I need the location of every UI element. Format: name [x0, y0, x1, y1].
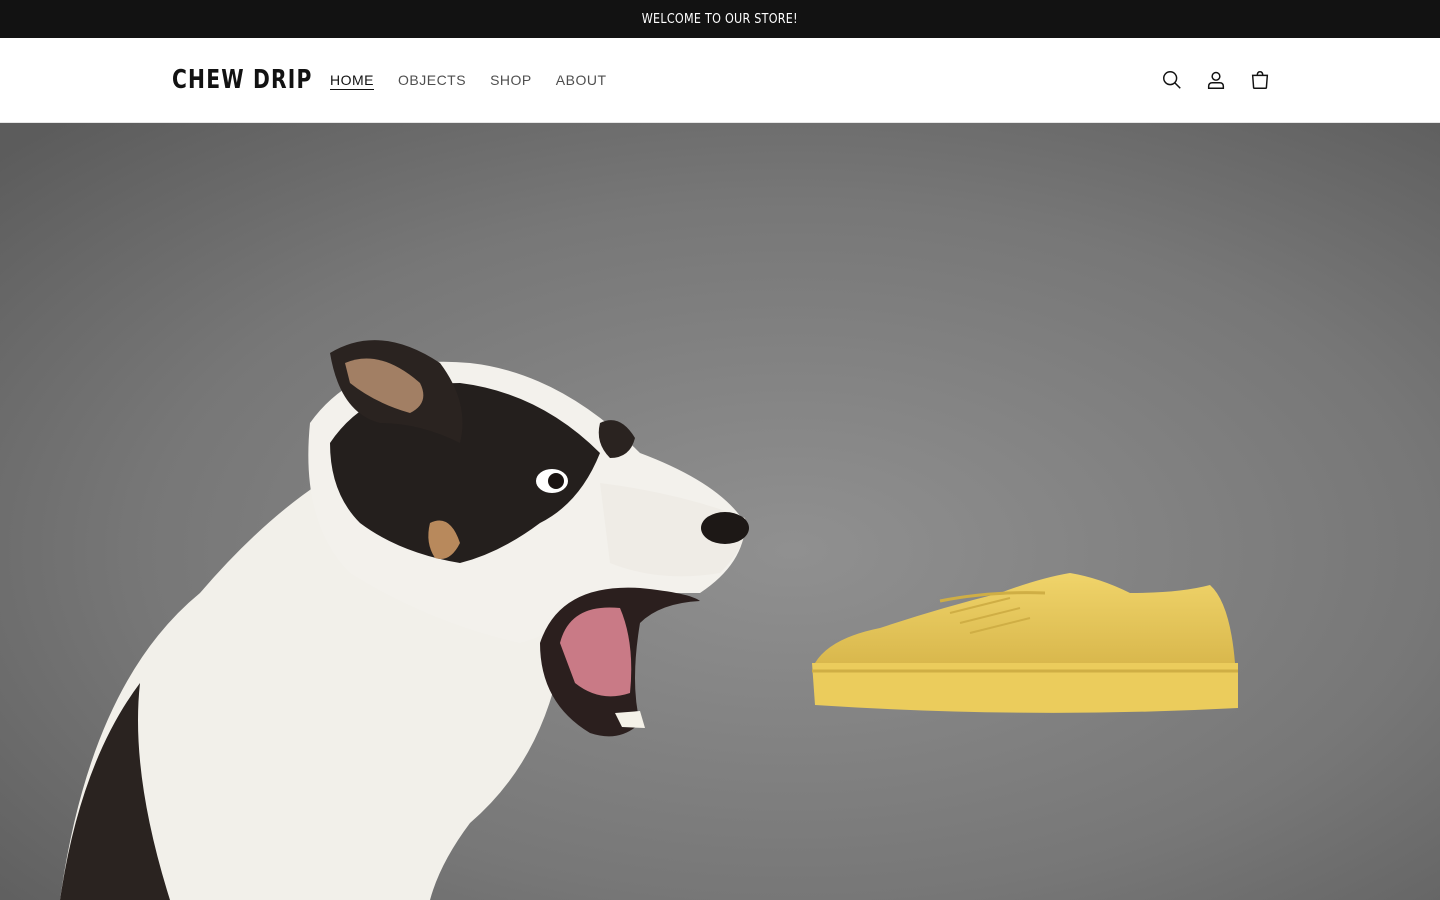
announcement-text: WELCOME TO OUR STORE!	[641, 11, 799, 27]
hero-banner	[0, 123, 1440, 900]
site-header: CHEW DRIP HOME OBJECTS SHOP ABOUT	[0, 38, 1440, 123]
hero-image	[0, 123, 1440, 900]
nav-objects[interactable]: OBJECTS	[386, 68, 478, 92]
cart-button[interactable]	[1238, 58, 1282, 102]
nav-home[interactable]: HOME	[318, 68, 386, 92]
header-icons	[1150, 58, 1282, 102]
account-icon	[1207, 71, 1225, 89]
account-button[interactable]	[1194, 58, 1238, 102]
nav-shop[interactable]: SHOP	[478, 68, 544, 92]
cart-icon	[1251, 71, 1269, 89]
nav-about[interactable]: ABOUT	[544, 68, 619, 92]
announcement-bar: WELCOME TO OUR STORE!	[0, 0, 1440, 38]
search-button[interactable]	[1150, 58, 1194, 102]
store-logo[interactable]: CHEW DRIP	[172, 63, 313, 97]
main-nav: HOME OBJECTS SHOP ABOUT	[318, 68, 619, 92]
search-icon	[1163, 71, 1181, 89]
